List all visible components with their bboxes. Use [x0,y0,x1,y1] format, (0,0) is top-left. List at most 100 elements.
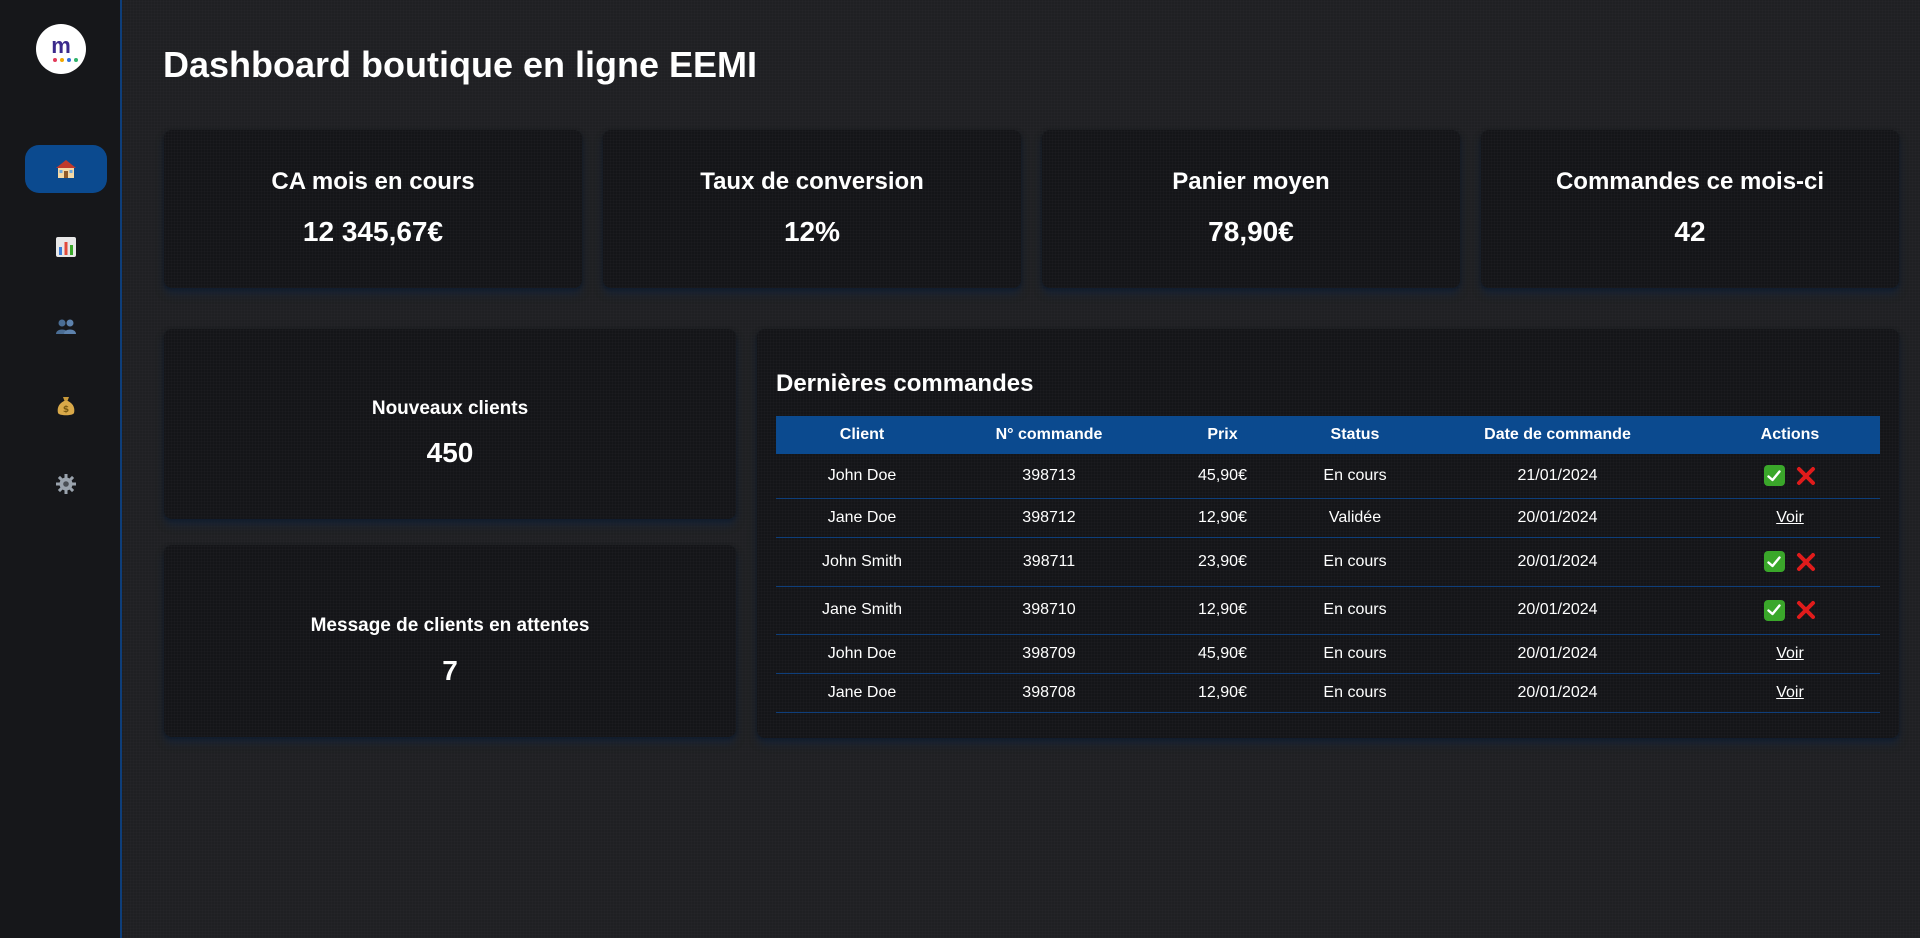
cell-date: 20/01/2024 [1415,537,1700,587]
sidebar-item-settings[interactable] [25,460,107,508]
table-row: John Doe 398709 45,90€ En cours 20/01/20… [776,634,1880,674]
column-header-number: N° commande [948,416,1150,454]
cell-number: 398708 [948,673,1150,713]
kpi-value: 12% [783,216,841,247]
latest-orders-card: Dernières commandes Client N° commande P… [757,329,1899,738]
kpi-value: 42 [1674,216,1706,247]
cell-number: 398710 [948,586,1150,635]
reject-button[interactable] [1795,465,1817,487]
orders-table: Client N° commande Prix Status Date de c… [776,416,1880,713]
orders-title: Dernières commandes [776,370,1034,397]
cell-date: 21/01/2024 [1415,454,1700,499]
approve-button[interactable] [1763,599,1785,621]
column-header-price: Prix [1150,416,1295,454]
cell-price: 45,90€ [1150,634,1295,674]
cell-status: En cours [1295,537,1415,587]
cell-date: 20/01/2024 [1415,634,1700,674]
kpi-label: Panier moyen [1172,168,1330,195]
cell-number: 398711 [948,537,1150,587]
cell-actions: Voir [1700,498,1880,538]
kpi-card-orders: Commandes ce mois-ci 42 [1481,130,1899,288]
kpi-label: Commandes ce mois-ci [1555,168,1825,195]
cell-number: 398712 [948,498,1150,538]
column-header-client: Client [776,416,948,454]
cross-icon [1796,466,1815,485]
cell-actions: Voir [1700,673,1880,713]
logo[interactable]: m [36,24,86,74]
table-header-row: Client N° commande Prix Status Date de c… [776,416,1880,454]
kpi-card-average-cart: Panier moyen 78,90€ [1042,130,1460,288]
money-bag-icon: $ [57,397,75,416]
table-row: John Doe 398713 45,90€ En cours 21/01/20… [776,454,1880,499]
approve-button[interactable] [1763,465,1785,487]
cell-status: Validée [1295,498,1415,538]
cell-price: 12,90€ [1150,673,1295,713]
table-row: Jane Doe 398712 12,90€ Validée 20/01/202… [776,498,1880,538]
cell-price: 12,90€ [1150,498,1295,538]
sidebar: m $ [0,0,122,938]
cell-client: John Doe [776,634,948,674]
reject-button[interactable] [1795,551,1817,573]
kpi-label: Taux de conversion [700,168,924,195]
svg-text:$: $ [63,405,69,415]
new-clients-label: Nouveaux clients [371,398,529,419]
table-row: Jane Doe 398708 12,90€ En cours 20/01/20… [776,673,1880,713]
kpi-label: CA mois en cours [271,168,475,195]
column-header-date: Date de commande [1415,416,1700,454]
table-row: John Smith 398711 23,90€ En cours 20/01/… [776,537,1880,587]
kpi-card-conversion: Taux de conversion 12% [603,130,1021,288]
cell-date: 20/01/2024 [1415,586,1700,635]
column-header-status: Status [1295,416,1415,454]
cell-client: John Doe [776,454,948,499]
view-order-link[interactable]: Voir [1776,509,1804,526]
cell-client: Jane Smith [776,586,948,635]
table-row: Jane Smith 398710 12,90€ En cours 20/01/… [776,586,1880,635]
pending-messages-card: Message de clients en attentes 7 [164,545,736,737]
cell-price: 45,90€ [1150,454,1295,499]
cell-date: 20/01/2024 [1415,498,1700,538]
approve-button[interactable] [1763,551,1785,572]
check-icon [1767,604,1781,616]
kpi-card-revenue: CA mois en cours 12 345,67€ [164,130,582,288]
sidebar-item-stats[interactable] [25,223,107,271]
users-icon [56,319,76,334]
check-icon [1767,555,1781,567]
logo-letter: m [51,33,71,58]
cell-actions [1700,586,1880,635]
cell-client: John Smith [776,537,948,587]
sidebar-item-clients[interactable] [25,303,107,351]
column-header-actions: Actions [1700,416,1880,454]
cell-client: Jane Doe [776,498,948,538]
cell-number: 398709 [948,634,1150,674]
cell-client: Jane Doe [776,673,948,713]
cell-price: 12,90€ [1150,586,1295,635]
cell-number: 398713 [948,454,1150,499]
cross-icon [1796,601,1815,619]
cell-status: En cours [1295,634,1415,674]
gear-icon [56,474,76,494]
check-icon [1767,470,1781,481]
cell-actions [1700,454,1880,499]
kpi-value: 78,90€ [1208,216,1294,247]
cell-date: 20/01/2024 [1415,673,1700,713]
new-clients-value: 450 [426,437,474,468]
house-icon [56,160,76,178]
reject-button[interactable] [1795,599,1817,621]
pending-messages-value: 7 [442,655,458,686]
app-root: m $ Dashboard boutique en ligne EEMI CA … [0,0,1920,938]
view-order-link[interactable]: Voir [1776,645,1804,662]
sidebar-item-finance[interactable]: $ [25,382,107,430]
cell-status: En cours [1295,454,1415,499]
kpi-value: 12 345,67€ [302,216,444,247]
bar-chart-icon [56,237,76,257]
cell-status: En cours [1295,673,1415,713]
cell-status: En cours [1295,586,1415,635]
sidebar-item-home[interactable] [25,145,107,193]
cell-price: 23,90€ [1150,537,1295,587]
view-order-link[interactable]: Voir [1776,684,1804,701]
new-clients-card: Nouveaux clients 450 [164,329,736,519]
pending-messages-label: Message de clients en attentes [310,615,590,636]
page-title: Dashboard boutique en ligne EEMI [163,44,758,85]
logo-dots [53,58,78,62]
cell-actions: Voir [1700,634,1880,674]
